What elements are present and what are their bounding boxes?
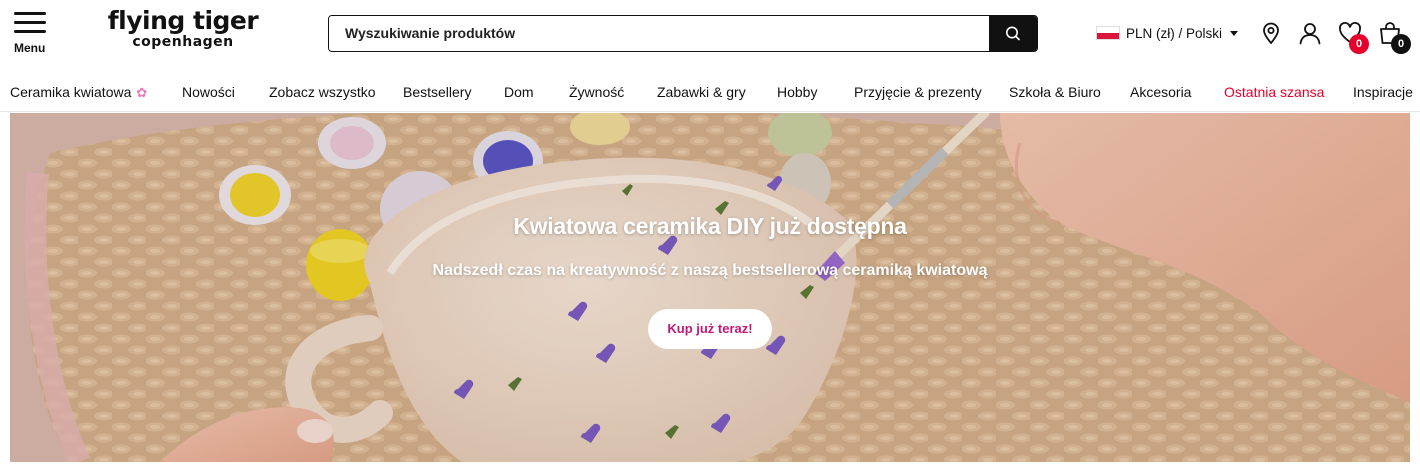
cart-count-badge: 0 [1391, 34, 1411, 54]
menu-button[interactable]: Menu [12, 10, 52, 58]
nav-item-dom[interactable]: Dom [504, 84, 534, 100]
user-icon [1299, 23, 1321, 45]
hero-image [10, 113, 1410, 462]
map-pin-icon [1263, 22, 1279, 44]
hero-subtitle: Nadszedł czas na kreatywność z naszą bes… [432, 262, 988, 279]
logo-line-1: flying tiger [107, 6, 259, 35]
nav-item-ostatnia-szansa[interactable]: Ostatnia szansa [1224, 84, 1324, 100]
nav-item-przyjecie-prezenty[interactable]: Przyjęcie & prezenty [854, 84, 982, 100]
nav-item-label: Ceramika kwiatowa [10, 84, 132, 100]
nav-item-zabawki-gry[interactable]: Zabawki & gry [657, 84, 746, 100]
nav-item-zobacz-wszystko[interactable]: Zobacz wszystko [269, 84, 376, 100]
flower-icon: ✿ [136, 85, 148, 100]
nav-item-bestsellery[interactable]: Bestsellery [403, 84, 471, 100]
nav-item-akcesoria[interactable]: Akcesoria [1130, 84, 1191, 100]
hero-cta-button[interactable]: Kup już teraz! [648, 309, 772, 349]
logo-line-2: copenhagen [132, 34, 234, 50]
chevron-down-icon [1230, 30, 1239, 36]
hamburger-icon [14, 12, 46, 34]
hero-banner[interactable]: Kwiatowa ceramika DIY już dostępna Nadsz… [10, 113, 1410, 462]
nav-item-nowosci[interactable]: Nowości [182, 84, 235, 100]
hero-title: Kwiatowa ceramika DIY już dostępna [513, 213, 907, 239]
category-nav: Ceramika kwiatowa ✿ Nowości Zobacz wszyst… [0, 72, 1420, 112]
menu-label: Menu [14, 41, 46, 55]
nav-item-hobby[interactable]: Hobby [777, 84, 817, 100]
site-logo[interactable]: flying tiger copenhagen [96, 8, 270, 58]
store-locator-button[interactable] [1258, 20, 1284, 46]
locale-selector[interactable]: PLN (zł) / Polski [1096, 23, 1239, 43]
search-bar [328, 15, 1038, 52]
site-header: Menu flying tiger copenhagen PLN (zł) / … [0, 0, 1420, 72]
account-button[interactable] [1297, 20, 1323, 46]
search-button[interactable] [989, 16, 1037, 51]
wishlist-count-badge: 0 [1349, 34, 1369, 54]
nav-item-zywnosc[interactable]: Żywność [569, 84, 624, 100]
nav-item-inspiracje[interactable]: Inspiracje [1353, 84, 1413, 100]
search-input[interactable] [329, 16, 989, 50]
nav-item-szkola-biuro[interactable]: Szkoła & Biuro [1009, 84, 1101, 100]
nav-item-ceramika-kwiatowa[interactable]: Ceramika kwiatowa ✿ [10, 84, 147, 101]
search-icon [1005, 26, 1020, 41]
poland-flag-icon [1096, 26, 1120, 40]
locale-label: PLN (zł) / Polski [1126, 25, 1223, 41]
